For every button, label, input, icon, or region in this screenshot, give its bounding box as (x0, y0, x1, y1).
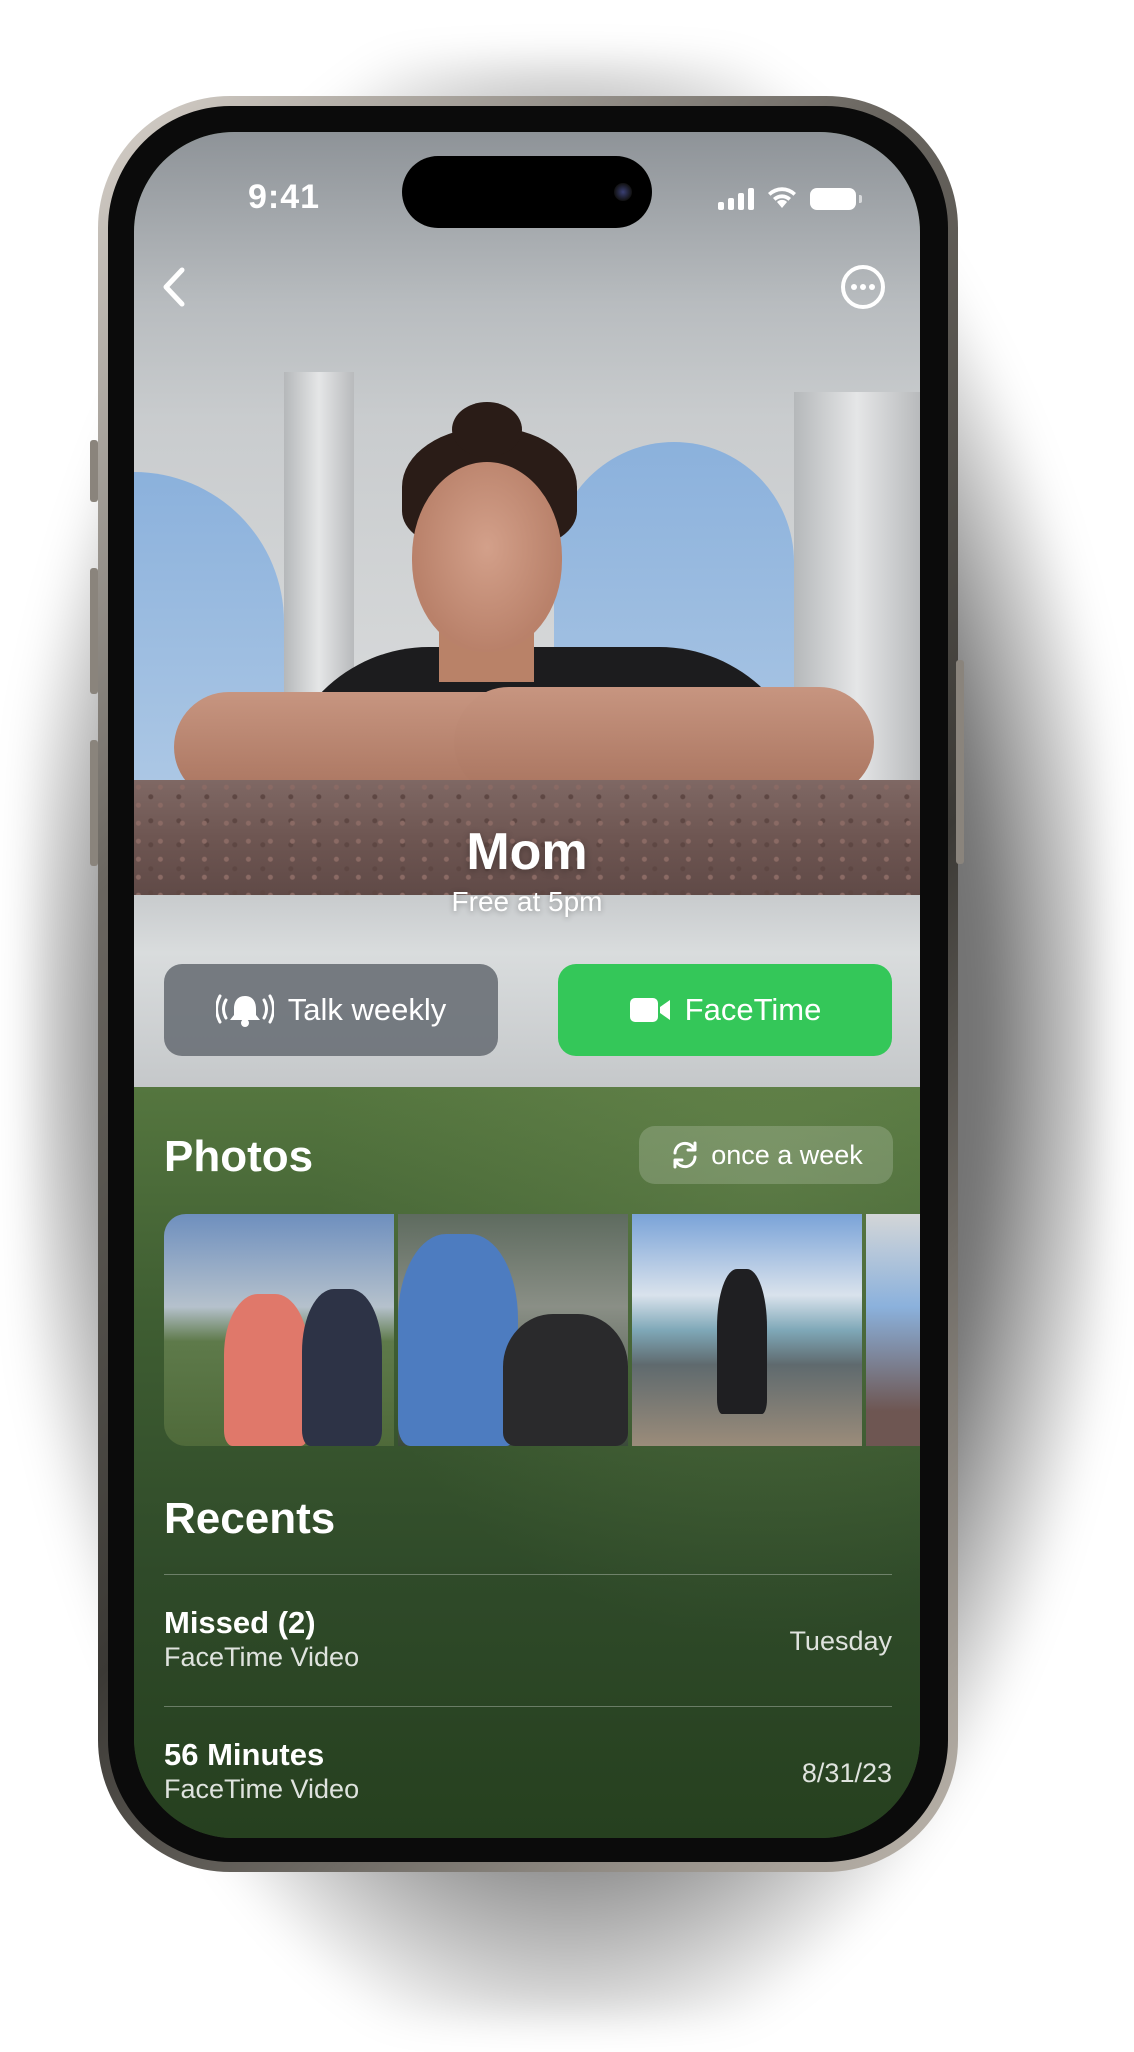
battery-icon (810, 188, 862, 210)
cellular-signal-icon (718, 188, 754, 210)
bell-ringing-icon (215, 994, 274, 1027)
shared-photo[interactable] (866, 1214, 920, 1446)
volume-up-button (90, 568, 98, 694)
signal-bar (718, 202, 724, 210)
refresh-icon (673, 1141, 697, 1169)
divider (164, 1706, 892, 1707)
contact-availability: Free at 5pm (451, 886, 603, 917)
wifi-icon (768, 187, 796, 208)
talk-weekly-button[interactable]: Talk weekly (164, 964, 498, 1056)
chevron-left-icon (163, 267, 185, 307)
person-face (412, 462, 562, 652)
photo-carousel[interactable] (164, 1214, 920, 1446)
details-panel (134, 1087, 920, 1838)
facetime-label: FaceTime (684, 992, 822, 1027)
shared-photo[interactable] (164, 1214, 394, 1446)
divider (164, 1574, 892, 1575)
recent-call-date: Tuesday (789, 1626, 892, 1656)
person-hair-bun (452, 402, 522, 457)
status-icons (718, 182, 862, 210)
front-camera (614, 183, 632, 201)
shared-photo[interactable] (632, 1214, 862, 1446)
video-camera-icon (629, 998, 670, 1022)
shared-photo[interactable] (398, 1214, 628, 1446)
status-time: 9:41 (247, 178, 321, 216)
signal-bar (748, 188, 754, 210)
photo-frequency-button[interactable]: once a week (639, 1126, 893, 1184)
photo-figure (503, 1314, 628, 1446)
photo-figure (224, 1294, 309, 1446)
photo-figure (302, 1289, 382, 1446)
talk-weekly-label: Talk weekly (287, 992, 447, 1027)
volume-down-button (90, 740, 98, 866)
recent-call-date: 8/31/23 (801, 1758, 892, 1788)
screen: 9:41 Mom Free at 5pm Talk weekly FaceTim… (134, 132, 920, 1838)
power-button (956, 660, 964, 864)
contact-poster-photo (134, 132, 920, 1087)
recent-call-type: FaceTime Video (164, 1642, 360, 1672)
photo-frequency-label: once a week (711, 1139, 863, 1170)
more-options-button[interactable] (840, 264, 886, 310)
photo-figure (398, 1234, 518, 1446)
recent-call-title: Missed (2) (164, 1605, 316, 1640)
recent-call-title: 56 Minutes (164, 1737, 325, 1772)
ellipsis-circle-icon (841, 265, 885, 309)
back-button[interactable] (152, 260, 196, 314)
action-button (90, 440, 98, 502)
dynamic-island (402, 156, 652, 228)
recent-call-type: FaceTime Video (164, 1774, 360, 1804)
signal-bar (728, 198, 734, 210)
facetime-button[interactable]: FaceTime (558, 964, 892, 1056)
photos-heading: Photos (164, 1132, 314, 1181)
signal-bar (738, 193, 744, 210)
recents-heading: Recents (164, 1494, 336, 1543)
photo-figure (717, 1269, 767, 1414)
contact-name: Mom (466, 823, 588, 881)
